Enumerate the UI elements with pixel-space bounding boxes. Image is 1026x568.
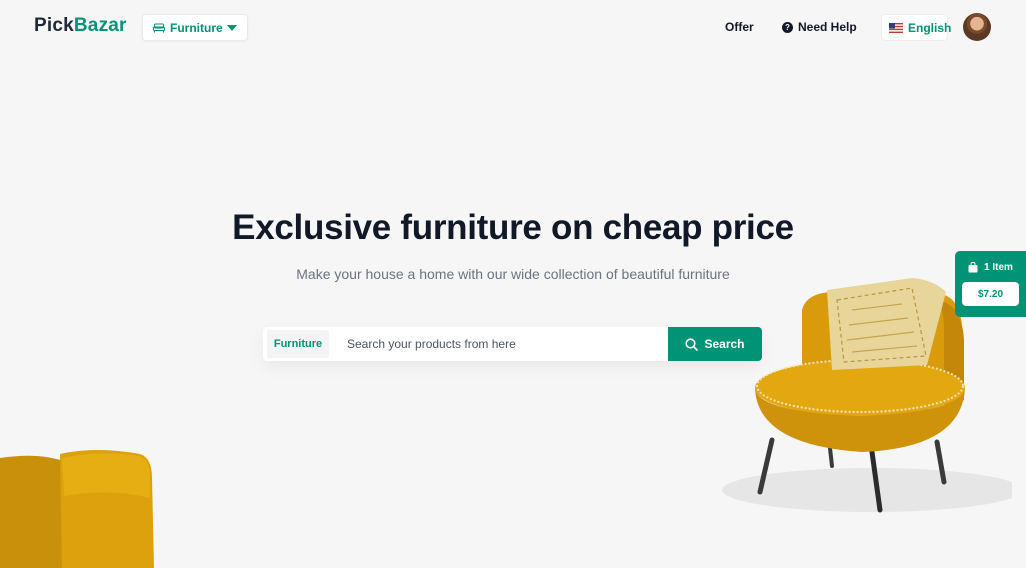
category-group-label: Furniture: [170, 20, 223, 35]
sofa-image: [0, 450, 154, 568]
language-switcher[interactable]: English: [881, 14, 952, 41]
language-label: English: [908, 20, 952, 35]
cart-count-label: 1 Item: [984, 262, 1013, 273]
search-input[interactable]: [329, 327, 668, 361]
cart-count: 1 Item: [955, 262, 1026, 273]
search-category-button[interactable]: Furniture: [267, 330, 329, 358]
nav-offer-link[interactable]: Offer: [725, 20, 754, 34]
sofa-icon: [153, 23, 165, 33]
logo-part-pick: Pick: [34, 15, 74, 36]
logo-part-bazar: Bazar: [73, 15, 127, 36]
shopping-bag-icon: [968, 262, 978, 273]
search-bar: Furniture Search: [263, 327, 762, 361]
user-avatar[interactable]: [963, 13, 991, 41]
help-icon: ?: [782, 21, 793, 33]
top-header: PickBazar Furniture Offer ? Need Help En…: [0, 0, 1026, 56]
us-flag-icon: [889, 22, 903, 33]
search-icon: [685, 337, 699, 351]
nav-help-link[interactable]: ? Need Help: [782, 20, 857, 34]
cart-widget[interactable]: 1 Item $7.20: [955, 251, 1026, 317]
chevron-down-icon: [227, 25, 237, 31]
category-group-dropdown[interactable]: Furniture: [142, 14, 248, 41]
hero-title: Exclusive furniture on cheap price: [232, 208, 794, 247]
nav-help-label: Need Help: [798, 20, 857, 34]
logo[interactable]: PickBazar: [34, 15, 127, 37]
cart-total: $7.20: [962, 282, 1019, 306]
